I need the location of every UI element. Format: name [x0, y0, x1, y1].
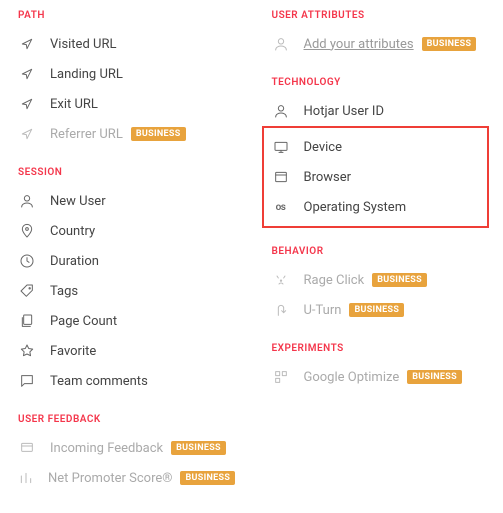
filter-page-count[interactable]: Page Count — [18, 306, 232, 336]
user-icon — [272, 102, 290, 120]
filter-label: Device — [304, 140, 343, 155]
business-badge: BUSINESS — [131, 127, 186, 141]
device-icon — [272, 138, 290, 156]
arrow-icon — [18, 35, 36, 53]
feedback-icon — [18, 439, 36, 457]
filter-label: Team comments — [50, 374, 148, 389]
filter-country[interactable]: Country — [18, 216, 232, 246]
filter-device[interactable]: Device — [272, 132, 480, 162]
comment-icon — [18, 372, 36, 390]
business-badge: BUSINESS — [349, 303, 404, 317]
filter-label: U-Turn — [304, 303, 342, 318]
filter-u-turn[interactable]: U-Turn BUSINESS — [272, 295, 486, 325]
business-badge: BUSINESS — [407, 370, 462, 384]
filter-label: Landing URL — [50, 67, 123, 82]
arrow-icon — [18, 95, 36, 113]
filter-label: Operating System — [304, 200, 407, 215]
filter-operating-system[interactable]: os Operating System — [272, 192, 480, 222]
highlighted-filters: Device Browser os Operating System — [262, 126, 490, 228]
uturn-icon — [272, 301, 290, 319]
chart-icon — [18, 469, 34, 487]
filter-new-user[interactable]: New User — [18, 186, 232, 216]
business-badge: BUSINESS — [171, 441, 226, 455]
business-badge: BUSINESS — [372, 273, 427, 287]
filter-label: Favorite — [50, 344, 96, 359]
rage-icon — [272, 271, 290, 289]
filters-column-right: USER ATTRIBUTES Add your attributes BUSI… — [262, 10, 486, 503]
optimize-icon — [272, 368, 290, 386]
filter-rage-click[interactable]: Rage Click BUSINESS — [272, 265, 486, 295]
filter-label: Page Count — [50, 314, 117, 329]
user-icon — [18, 192, 36, 210]
filter-label: Google Optimize — [304, 370, 400, 385]
arrow-icon — [18, 65, 36, 83]
add-attributes-label: Add your attributes — [304, 37, 414, 52]
filter-incoming-feedback[interactable]: Incoming Feedback BUSINESS — [18, 433, 232, 463]
section-header-behavior: BEHAVIOR — [272, 246, 486, 257]
filter-label: Browser — [304, 170, 352, 185]
clock-icon — [18, 252, 36, 270]
user-icon — [272, 35, 290, 53]
filter-exit-url[interactable]: Exit URL — [18, 89, 232, 119]
os-icon: os — [272, 198, 290, 216]
pages-icon — [18, 312, 36, 330]
filter-visited-url[interactable]: Visited URL — [18, 29, 232, 59]
filter-referrer-url[interactable]: Referrer URL BUSINESS — [18, 119, 232, 149]
section-header-user-attributes: USER ATTRIBUTES — [272, 10, 486, 21]
pin-icon — [18, 222, 36, 240]
filter-label: Referrer URL — [50, 127, 123, 142]
add-attributes-link[interactable]: Add your attributes BUSINESS — [272, 29, 486, 59]
filter-label: Country — [50, 224, 95, 239]
filter-label: Visited URL — [50, 37, 116, 52]
filter-tags[interactable]: Tags — [18, 276, 232, 306]
filter-nps[interactable]: Net Promoter Score® BUSINESS — [18, 463, 232, 493]
filter-label: Net Promoter Score® — [48, 471, 172, 486]
filter-label: Incoming Feedback — [50, 441, 163, 456]
section-header-session: SESSION — [18, 167, 232, 178]
filter-duration[interactable]: Duration — [18, 246, 232, 276]
section-header-user-feedback: USER FEEDBACK — [18, 414, 232, 425]
browser-icon — [272, 168, 290, 186]
arrow-icon — [18, 125, 36, 143]
filter-label: Tags — [50, 284, 78, 299]
filter-favorite[interactable]: Favorite — [18, 336, 232, 366]
filter-label: Exit URL — [50, 97, 98, 112]
filter-landing-url[interactable]: Landing URL — [18, 59, 232, 89]
section-header-technology: TECHNOLOGY — [272, 77, 486, 88]
filter-team-comments[interactable]: Team comments — [18, 366, 232, 396]
filter-label: Rage Click — [304, 273, 365, 288]
section-header-path: PATH — [18, 10, 232, 21]
star-icon — [18, 342, 36, 360]
tag-icon — [18, 282, 36, 300]
filters-column-left: PATH Visited URL Landing URL Exit URL Re… — [18, 10, 262, 503]
filter-label: Hotjar User ID — [304, 104, 384, 119]
filter-browser[interactable]: Browser — [272, 162, 480, 192]
filter-hotjar-user-id[interactable]: Hotjar User ID — [272, 96, 486, 126]
business-badge: BUSINESS — [422, 37, 477, 51]
filter-label: Duration — [50, 254, 99, 269]
section-header-experiments: EXPERIMENTS — [272, 343, 486, 354]
filter-label: New User — [50, 194, 106, 209]
filter-google-optimize[interactable]: Google Optimize BUSINESS — [272, 362, 486, 392]
business-badge: BUSINESS — [180, 471, 235, 485]
